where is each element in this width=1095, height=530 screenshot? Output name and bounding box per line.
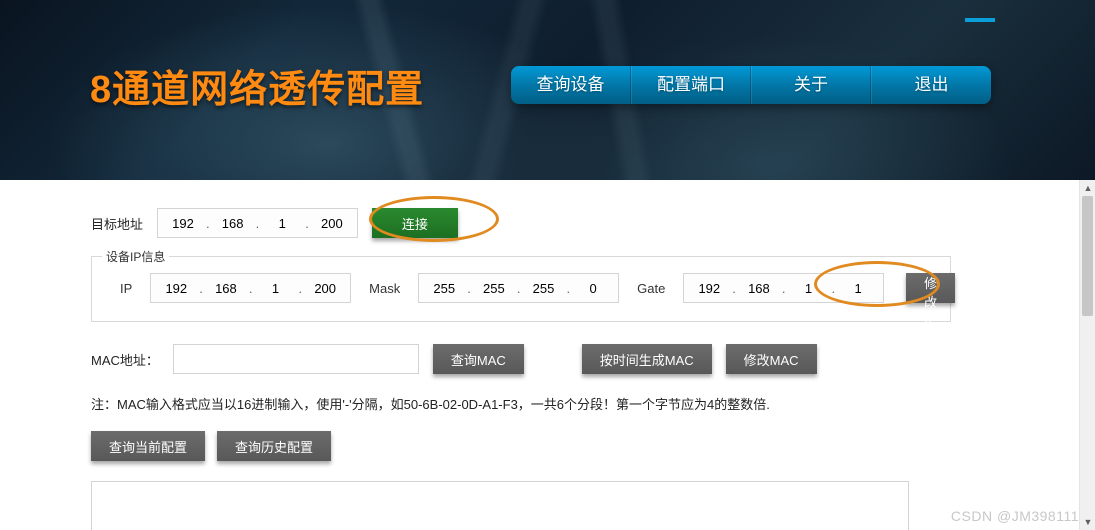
nav-about[interactable]: 关于 [751,66,871,104]
connect-button[interactable]: 连接 [372,208,458,238]
device-gate-a[interactable] [688,275,730,301]
device-mask-a[interactable] [423,275,465,301]
header-banner: 8通道网络透传配置 查询设备 配置端口 关于 退出 [0,0,1095,180]
device-ip-fieldset: 设备IP信息 IP . . . Mask . . . Gate . . . [91,256,951,322]
scroll-down-arrow-icon[interactable]: ▼ [1080,514,1095,530]
mac-row: MAC地址： 查询MAC 按时间生成MAC 修改MAC [91,344,1095,374]
gate-label: Gate [637,281,665,296]
mac-format-note: 注：MAC输入格式应当以16进制输入，使用'-'分隔，如50-6B-02-0D-… [91,394,1095,413]
device-ip-c[interactable] [255,275,297,301]
mask-label: Mask [369,281,400,296]
target-ip-b[interactable] [212,210,254,236]
mac-label: MAC地址： [91,350,159,369]
target-ip-c[interactable] [261,210,303,236]
device-gate-b[interactable] [738,275,780,301]
modify-mac-button[interactable]: 修改MAC [726,344,817,374]
target-ip-d[interactable] [311,210,353,236]
output-textarea[interactable] [91,481,909,530]
query-mac-button[interactable]: 查询MAC [433,344,524,374]
device-ip-b[interactable] [205,275,247,301]
device-gate-c[interactable] [788,275,830,301]
device-ip-a[interactable] [155,275,197,301]
device-ip-d[interactable] [304,275,346,301]
target-row: 目标地址 . . . 连接 [91,208,1095,238]
accent-bar [965,18,995,22]
device-gate-d[interactable] [837,275,879,301]
nav-query-devices[interactable]: 查询设备 [511,66,631,104]
device-ip-input[interactable]: . . . [150,273,351,303]
scroll-up-arrow-icon[interactable]: ▲ [1080,180,1095,196]
main-panel: 目标地址 . . . 连接 设备IP信息 IP . . . Mask . . . [49,180,1095,530]
device-ip-legend: 设备IP信息 [102,248,169,265]
ip-label: IP [120,281,132,296]
device-mask-input[interactable]: . . . [418,273,619,303]
target-ip-input[interactable]: . . . [157,208,358,238]
device-mask-d[interactable] [572,275,614,301]
target-ip-a[interactable] [162,210,204,236]
device-gate-input[interactable]: . . . [683,273,884,303]
scroll-thumb[interactable] [1082,196,1093,316]
nav-config-port[interactable]: 配置端口 [631,66,751,104]
device-mask-c[interactable] [522,275,564,301]
nav-exit[interactable]: 退出 [871,66,991,104]
device-mask-b[interactable] [473,275,515,301]
config-buttons: 查询当前配置 查询历史配置 [91,431,1095,461]
scroll-track[interactable] [1080,196,1095,514]
gen-mac-button[interactable]: 按时间生成MAC [582,344,712,374]
nav-bar: 查询设备 配置端口 关于 退出 [511,66,991,104]
watermark: CSDN @JM398111 [951,508,1079,524]
vertical-scrollbar[interactable]: ▲ ▼ [1079,180,1095,530]
query-history-config-button[interactable]: 查询历史配置 [217,431,331,461]
mac-input[interactable] [173,344,419,374]
modify-ip-button[interactable]: 修改IP参数 [906,273,955,303]
target-label: 目标地址 [91,214,143,233]
query-current-config-button[interactable]: 查询当前配置 [91,431,205,461]
page-title: 8通道网络透传配置 [90,58,424,113]
